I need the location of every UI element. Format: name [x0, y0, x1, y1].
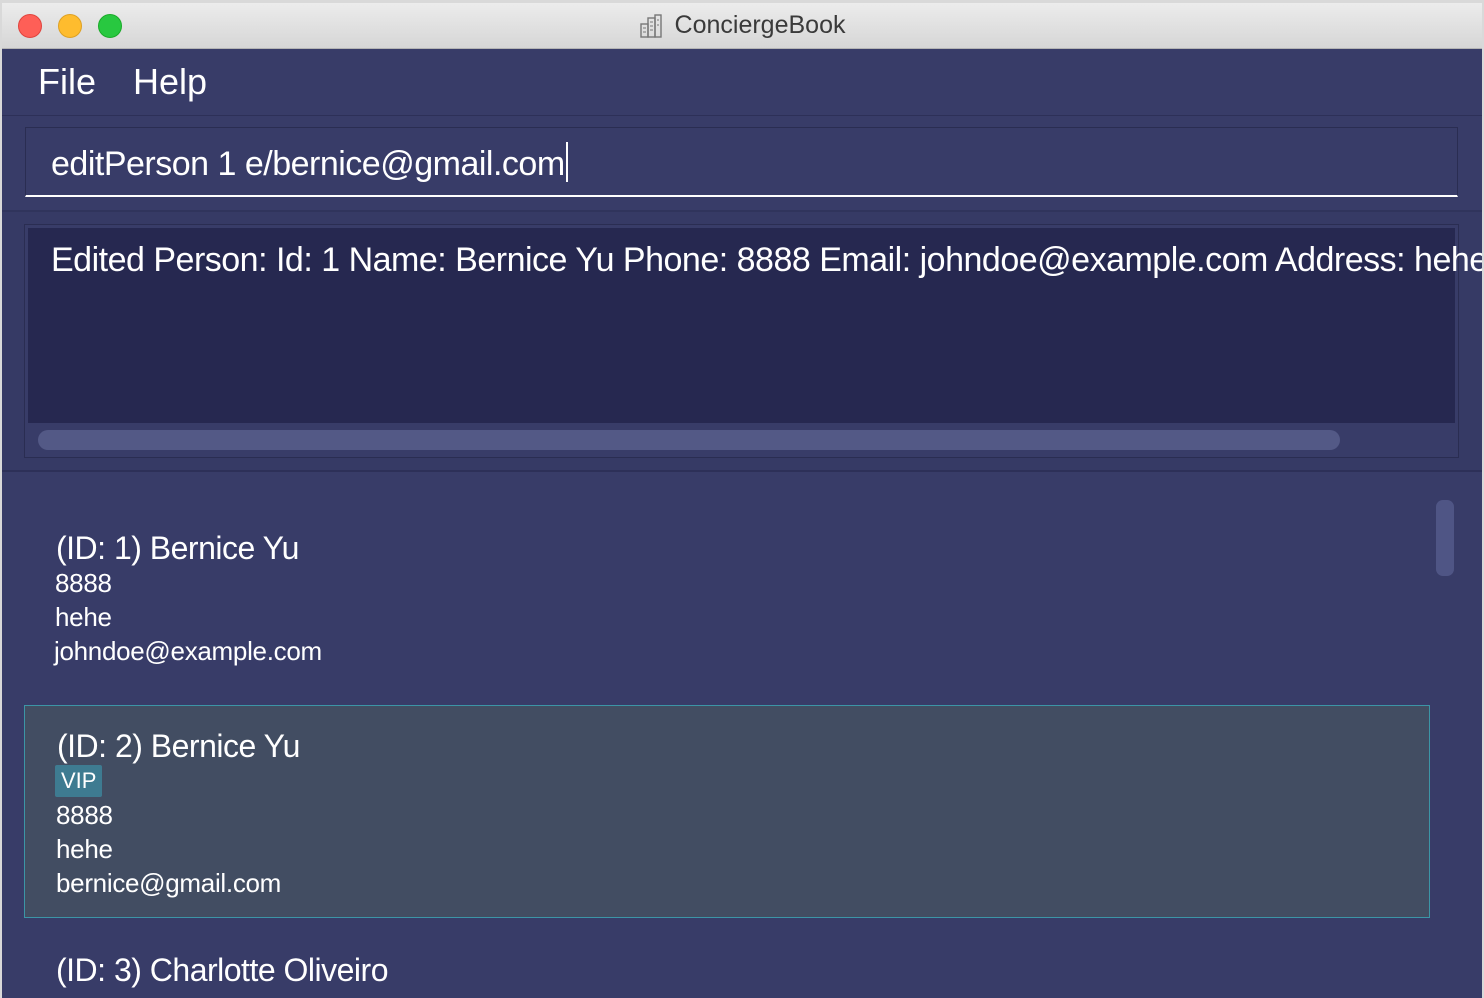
person-heading: (ID: 3) Charlotte Oliveiro — [56, 952, 388, 988]
person-card[interactable]: (ID: 1) Bernice Yu 8888 hehe johndoe@exa… — [24, 500, 1430, 700]
vertical-scrollbar[interactable] — [1436, 500, 1454, 576]
person-card-selected[interactable]: (ID: 2) Bernice Yu VIP 8888 hehe bernice… — [24, 705, 1430, 918]
person-heading: (ID: 2) Bernice Yu — [57, 728, 300, 764]
person-email: bernice@gmail.com — [56, 868, 282, 898]
horizontal-scrollbar[interactable] — [38, 430, 1340, 450]
window-title: ConciergeBook — [674, 11, 846, 39]
person-list-panel: (ID: 1) Bernice Yu 8888 hehe johndoe@exa… — [2, 472, 1482, 998]
text-caret — [565, 142, 568, 182]
app-window: ConciergeBook File Help editPerson 1 e/b… — [2, 3, 1482, 998]
result-display: Edited Person: Id: 1 Name: Bernice Yu Ph… — [24, 224, 1482, 458]
person-heading: (ID: 1) Bernice Yu — [56, 530, 299, 566]
person-email: johndoe@example.com — [54, 636, 322, 666]
building-icon — [639, 13, 662, 38]
person-address: hehe — [55, 602, 112, 632]
command-box-panel: editPerson 1 e/bernice@gmail.com — [2, 116, 1482, 212]
person-phone: 8888 — [55, 568, 112, 598]
result-display-panel: Edited Person: Id: 1 Name: Bernice Yu Ph… — [2, 212, 1482, 472]
person-phone: 8888 — [56, 800, 113, 830]
command-input-value: editPerson 1 e/bernice@gmail.com — [51, 145, 565, 183]
menu-file[interactable]: File — [38, 61, 96, 103]
result-message: Edited Person: Id: 1 Name: Bernice Yu Ph… — [51, 241, 1482, 279]
tag-badge: VIP — [55, 765, 103, 797]
title-bar: ConciergeBook — [2, 3, 1482, 49]
command-input[interactable]: editPerson 1 e/bernice@gmail.com — [25, 127, 1458, 197]
menu-help[interactable]: Help — [133, 61, 207, 103]
person-address: hehe — [56, 834, 113, 864]
person-card[interactable]: (ID: 3) Charlotte Oliveiro — [24, 924, 1430, 998]
menu-bar: File Help — [2, 49, 1482, 116]
